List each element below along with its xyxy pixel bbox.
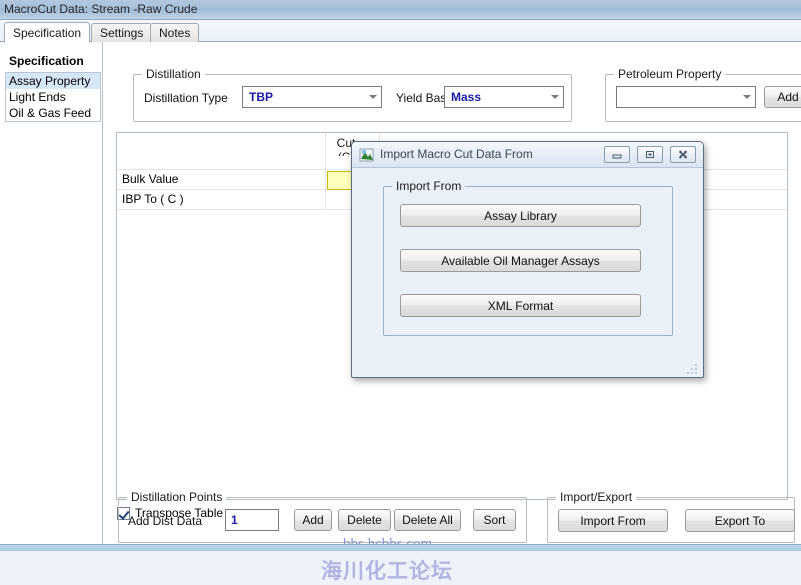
dialog-title-bar[interactable]: Import Macro Cut Data From (352, 142, 703, 168)
status-strip (0, 544, 801, 551)
tab-settings-label: Settings (100, 26, 144, 40)
add-petroleum-property-label: Add (777, 90, 799, 104)
sidebar-item-oil-gas-feed[interactable]: Oil & Gas Feed (6, 105, 100, 121)
chevron-down-icon[interactable] (546, 87, 563, 107)
add-petroleum-property-button[interactable]: Add (764, 86, 801, 108)
sidebar-item-label: Oil & Gas Feed (9, 106, 92, 120)
chevron-down-icon[interactable] (364, 87, 381, 107)
grid-row-label: Bulk Value (122, 172, 179, 186)
import-from-button[interactable]: Import From (558, 509, 668, 532)
sidebar-item-assay-property[interactable]: Assay Property (6, 73, 100, 89)
chevron-down-icon[interactable] (738, 87, 755, 107)
tab-notes[interactable]: Notes (150, 23, 200, 42)
forum-watermark: 海川化工论坛 (321, 559, 453, 583)
window-title-bar: MacroCut Data: Stream -Raw Crude (0, 0, 801, 20)
import-from-group-legend: Import From (392, 179, 466, 193)
yield-basis-combo[interactable]: Mass (444, 86, 564, 108)
distillation-group: Distillation Distillation Type TBP Yield… (133, 67, 572, 122)
available-oil-manager-assays-label: Available Oil Manager Assays (441, 253, 600, 268)
petroleum-property-combo[interactable] (616, 86, 756, 108)
grid-row-label: IBP To ( C ) (122, 192, 184, 206)
petroleum-property-group: Petroleum Property Add (605, 67, 801, 122)
sidebar-item-label: Assay Property (9, 74, 91, 88)
delete-dist-point-label: Delete (347, 513, 382, 527)
assay-import-icon (359, 147, 375, 163)
dialog-title: Import Macro Cut Data From (380, 147, 533, 161)
xml-format-label: XML Format (487, 298, 554, 313)
sort-dist-points-button[interactable]: Sort (473, 509, 516, 531)
import-from-group: Import From Assay Library Available Oil … (383, 179, 673, 336)
tab-specification-label: Specification (13, 26, 82, 40)
yield-basis-value: Mass (451, 90, 482, 104)
distillation-group-legend: Distillation (142, 67, 205, 81)
distillation-type-combo[interactable]: TBP (242, 86, 382, 108)
distillation-points-legend: Distillation Points (127, 490, 227, 504)
import-from-label: Import From (580, 513, 646, 528)
sidebar-item-light-ends[interactable]: Light Ends (6, 89, 100, 105)
delete-all-dist-points-button[interactable]: Delete All (394, 509, 461, 531)
tab-settings[interactable]: Settings (91, 23, 153, 42)
close-icon[interactable] (670, 146, 696, 163)
sidebar-list[interactable]: Assay Property Light Ends Oil & Gas Feed (5, 72, 101, 122)
sidebar-item-label: Light Ends (9, 90, 66, 104)
import-export-legend: Import/Export (556, 490, 637, 504)
sort-dist-points-label: Sort (483, 513, 506, 527)
window-title: MacroCut Data: Stream -Raw Crude (4, 2, 198, 16)
export-to-button[interactable]: Export To (685, 509, 795, 532)
add-dist-data-value: 1 (231, 513, 238, 527)
left-pane: Specification Assay Property Light Ends … (0, 42, 103, 544)
add-dist-point-button[interactable]: Add (294, 509, 332, 531)
tab-strip: Specification Settings Notes (0, 20, 801, 43)
petroleum-property-group-legend: Petroleum Property (614, 67, 726, 81)
distillation-type-value: TBP (249, 90, 273, 104)
xml-format-button[interactable]: XML Format (400, 294, 641, 317)
distillation-type-label: Distillation Type (144, 91, 228, 105)
resize-grip-icon[interactable] (687, 364, 699, 376)
add-dist-point-label: Add (302, 513, 324, 527)
import-export-group: Import/Export Import From Export To (547, 490, 795, 543)
restore-icon[interactable] (637, 146, 663, 163)
distillation-points-group: Distillation Points Add Dist Data 1 Add … (118, 490, 527, 543)
add-dist-data-input[interactable]: 1 (225, 509, 279, 531)
tab-notes-label: Notes (159, 26, 191, 40)
delete-all-dist-points-label: Delete All (402, 513, 453, 527)
tab-specification[interactable]: Specification (4, 22, 91, 43)
assay-library-button[interactable]: Assay Library (400, 204, 641, 227)
import-macro-cut-dialog[interactable]: Import Macro Cut Data From Import From A… (351, 141, 704, 378)
sidebar-header: Specification (9, 54, 84, 68)
delete-dist-point-button[interactable]: Delete (338, 509, 391, 531)
add-dist-data-label: Add Dist Data (128, 514, 203, 528)
export-to-label: Export To (714, 513, 766, 528)
minimize-icon[interactable] (604, 146, 630, 163)
available-oil-manager-assays-button[interactable]: Available Oil Manager Assays (400, 249, 641, 272)
dialog-body: Import From Assay Library Available Oil … (352, 168, 703, 379)
assay-library-label: Assay Library (484, 208, 557, 223)
